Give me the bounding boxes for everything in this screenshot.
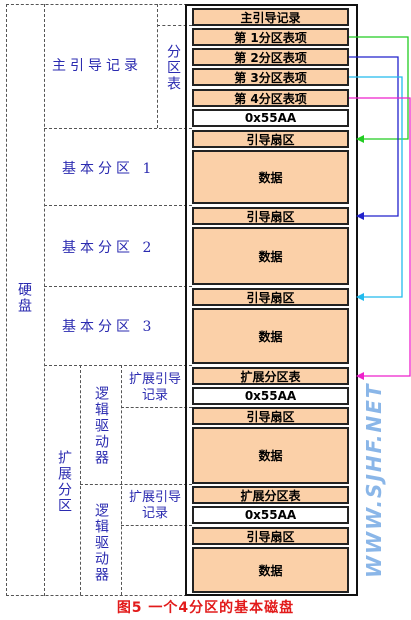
entry4-arrowhead (356, 372, 364, 380)
entry1-arrowhead (356, 135, 364, 143)
entry3-arrowhead (356, 293, 364, 301)
entry2-arrowhead (356, 212, 364, 220)
entry2-arrow (349, 56, 399, 217)
entry3-arrow (349, 76, 403, 298)
pointer-arrows (349, 36, 411, 380)
site-watermark: WWW.SJHF.NET (362, 382, 386, 578)
figure-caption: 图5 一个4分区的基本磁盘 (116, 600, 295, 616)
entry1-arrow (349, 36, 409, 140)
